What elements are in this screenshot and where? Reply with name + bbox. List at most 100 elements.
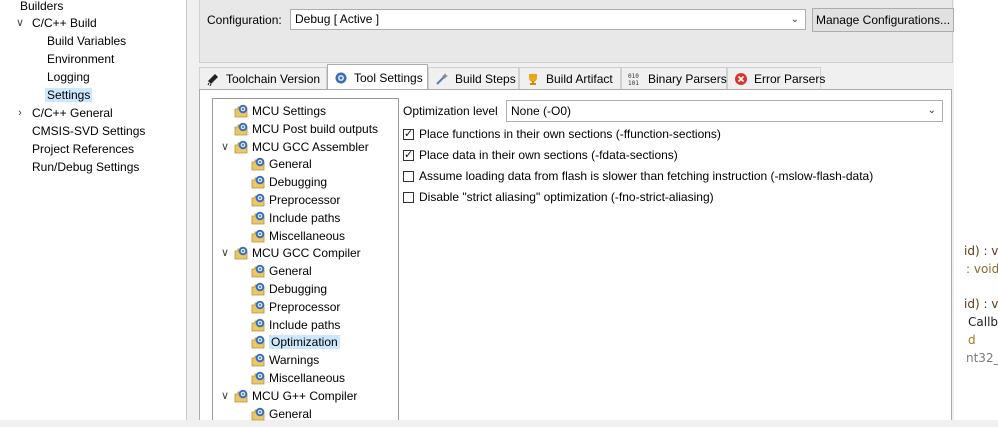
tree-item-cpp-general[interactable]: › C/C++ General — [18, 104, 113, 122]
tree-item-label: MCU GCC Compiler — [252, 246, 361, 261]
tree-item-label: MCU G++ Compiler — [252, 388, 358, 403]
tree-item-debugging[interactable]: Debugging — [250, 280, 327, 298]
tool-gear-icon — [250, 263, 266, 279]
background-editor-strip: id) : v : void id) : v Callb d nt32_t — [954, 0, 998, 420]
tab-build-steps[interactable]: Build Steps — [428, 67, 519, 89]
tree-item-mcu-gcc-compiler[interactable]: ∨ MCU GCC Compiler — [221, 244, 361, 262]
tool-gear-icon — [250, 334, 266, 350]
tree-item-general[interactable]: General — [250, 155, 312, 173]
chip-icon — [207, 73, 218, 86]
tree-item-label: Preprocessor — [269, 193, 341, 207]
chevron-down-icon[interactable]: ∨ — [219, 138, 231, 156]
tab-binary-parsers[interactable]: 010 101 Binary Parsers — [621, 67, 727, 89]
tool-gear-icon — [250, 156, 266, 172]
binary-icon: 010 101 — [628, 73, 639, 86]
tree-item-label: Preprocessor — [269, 299, 341, 314]
background-code-fragment: id) : v — [964, 297, 998, 311]
tab-tool-settings[interactable]: Tool Settings — [327, 64, 428, 90]
optimization-level-select[interactable]: None (-O0) ⌄ — [506, 100, 943, 122]
chevron-down-icon[interactable]: ∨ — [219, 244, 231, 262]
slow-flash-data-label: Assume loading data from flash is slower… — [419, 169, 874, 183]
tab-build-artifact[interactable]: Build Artifact — [519, 67, 621, 89]
gear-icon — [335, 72, 347, 84]
configuration-label: Configuration: — [207, 13, 282, 27]
function-sections-label: Place functions in their own sections (-… — [419, 127, 721, 141]
tool-gear-icon — [250, 406, 266, 422]
tool-gear-icon — [233, 103, 249, 119]
tree-item-cpp-build[interactable]: ∨ C/C++ Build — [16, 14, 97, 32]
tab-toolchain-version[interactable]: Toolchain Version — [199, 67, 327, 89]
tree-item-label: MCU Post build outputs — [252, 121, 379, 136]
tree-item-preprocessor[interactable]: Preprocessor — [250, 191, 340, 209]
svg-text:010: 010 — [628, 73, 639, 80]
tree-item-label: General — [269, 157, 312, 172]
manage-configurations-button[interactable]: Manage Configurations... — [812, 8, 954, 32]
tab-label: Tool Settings — [354, 71, 423, 85]
tree-item-label: Include paths — [269, 210, 341, 225]
tool-gear-icon — [250, 299, 266, 315]
tree-item-build-variables[interactable]: Build Variables — [47, 32, 126, 50]
optimization-level-value: None (-O0) — [511, 104, 572, 118]
tree-item-project-references[interactable]: Project References — [32, 140, 134, 158]
strict-aliasing-checkbox[interactable] — [403, 192, 414, 203]
data-sections-label: Place data in their own sections (-fdata… — [419, 148, 678, 162]
tab-label: Binary Parsers — [648, 72, 727, 86]
tree-item-include-paths[interactable]: Include paths — [250, 209, 340, 227]
chevron-down-icon[interactable]: ∨ — [14, 14, 26, 32]
tree-item-label: MCU Settings — [252, 104, 327, 118]
tool-gear-icon — [233, 388, 249, 404]
tree-item-cmsis-svd[interactable]: CMSIS-SVD Settings — [32, 122, 145, 140]
tree-item-label: Build Variables — [47, 34, 127, 48]
tree-item-debugging[interactable]: Debugging — [250, 173, 327, 191]
data-sections-checkbox[interactable] — [403, 148, 414, 162]
tree-item-settings[interactable]: Settings — [45, 86, 93, 104]
chevron-down-icon: ⌄ — [790, 14, 799, 25]
tab-label: Build Artifact — [546, 72, 613, 86]
configuration-value: Debug [ Active ] — [295, 12, 380, 26]
tree-item-label: Run/Debug Settings — [32, 160, 140, 174]
tree-item-label: Miscellaneous — [269, 228, 346, 243]
tree-item-preprocessor[interactable]: Preprocessor — [250, 298, 340, 316]
tree-item-label: Project References — [32, 142, 135, 156]
svg-text:101: 101 — [628, 80, 639, 86]
property-categories-tree[interactable]: Builders ∨ C/C++ Build Build Variables E… — [0, 0, 187, 420]
tree-item-general[interactable]: General — [250, 262, 312, 280]
tree-item-label: C/C++ General — [32, 106, 113, 120]
tree-item-mcu-gcc-assembler[interactable]: ∨ MCU GCC Assembler — [221, 138, 369, 156]
function-sections-checkbox[interactable] — [403, 127, 414, 141]
chevron-down-icon[interactable]: ∨ — [219, 387, 231, 405]
slow-flash-data-checkbox[interactable] — [403, 171, 414, 182]
tree-item-miscellaneous[interactable]: Miscellaneous — [250, 227, 345, 245]
tree-item-miscellaneous[interactable]: Miscellaneous — [250, 369, 345, 387]
wand-icon — [436, 72, 448, 85]
tab-label: Toolchain Version — [226, 72, 321, 86]
tool-gear-icon — [250, 210, 266, 226]
tree-item-run-debug-settings[interactable]: Run/Debug Settings — [32, 158, 139, 176]
tree-item-environment[interactable]: Environment — [47, 50, 114, 68]
chevron-right-icon[interactable]: › — [14, 104, 26, 122]
tool-gear-icon — [233, 121, 249, 137]
tool-gear-icon — [233, 245, 249, 261]
tool-gear-icon — [250, 370, 266, 386]
tree-item-optimization[interactable]: Optimization — [250, 333, 340, 351]
tool-gear-icon — [250, 317, 266, 333]
tree-item-logging[interactable]: Logging — [47, 68, 90, 86]
tree-item-label: Debugging — [269, 175, 328, 190]
tree-item-include-paths[interactable]: Include paths — [250, 316, 340, 334]
tool-gear-icon — [250, 192, 266, 208]
tree-item-label: MCU GCC Assembler — [252, 139, 369, 154]
tab-error-parsers[interactable]: Error Parsers — [727, 67, 825, 89]
optimization-level-label: Optimization level — [403, 104, 498, 118]
tree-item-label: Settings — [45, 88, 93, 102]
tree-item-label: General — [269, 264, 312, 279]
tree-item-builders[interactable]: Builders — [20, 0, 63, 15]
tree-item-warnings[interactable]: Warnings — [250, 351, 319, 369]
tree-item-mcu-g-compiler[interactable]: ∨ MCU G++ Compiler — [221, 387, 358, 405]
tool-gear-icon — [250, 228, 266, 244]
tool-settings-tree[interactable]: MCU Settings MCU Post build outputs ∨ MCU G… — [212, 98, 399, 422]
tree-item-mcu-settings[interactable]: MCU Settings — [233, 102, 326, 120]
configuration-select[interactable]: Debug [ Active ] ⌄ — [290, 9, 806, 30]
tree-item-label: CMSIS-SVD Settings — [32, 124, 146, 138]
tree-item-mcu-post-build-outputs[interactable]: MCU Post build outputs — [233, 120, 378, 138]
tree-item-label: Environment — [47, 52, 115, 66]
